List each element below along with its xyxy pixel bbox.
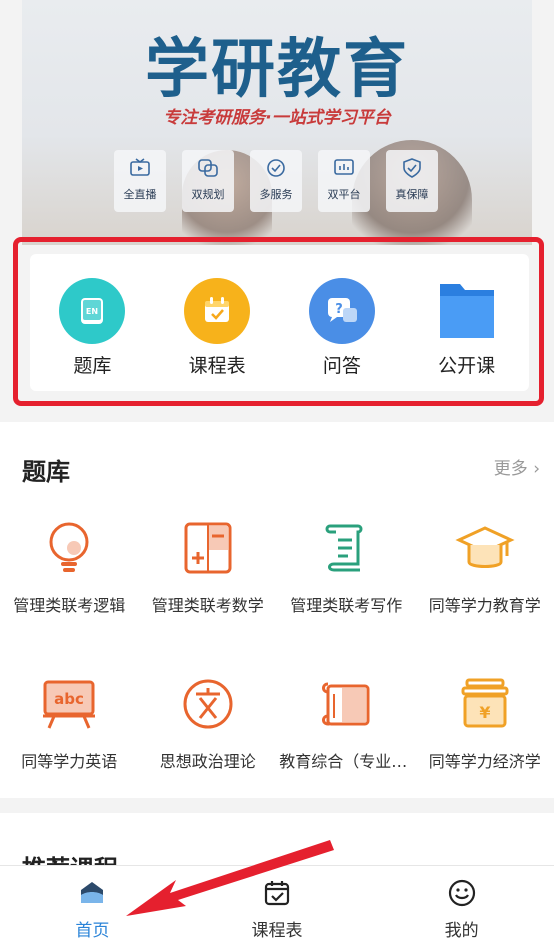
- bottom-tab-bar: 首页 课程表 我的: [0, 865, 554, 939]
- home-icon: [77, 878, 107, 912]
- graduation-cap-icon: [455, 518, 515, 578]
- politics-icon: [178, 674, 238, 734]
- feature-label: 双规划: [191, 188, 225, 201]
- banner-feature: 多服务: [250, 150, 302, 212]
- grid-item[interactable]: 同等学力教育学: [416, 518, 554, 674]
- recommended-section: 推荐课程: [0, 813, 554, 883]
- svg-text:¥: ¥: [479, 703, 490, 722]
- chart-screen-icon: [333, 158, 355, 178]
- feature-label: 全直播: [123, 188, 157, 201]
- grid-item[interactable]: ¥ 同等学力经济学: [416, 674, 554, 830]
- abc-board-icon: abc: [39, 674, 99, 734]
- grid-item[interactable]: abc 同等学力英语: [0, 674, 139, 830]
- section-title: 题库: [22, 458, 70, 486]
- banner-features: 全直播 双规划 多服务 双平台 真保障: [114, 150, 438, 212]
- lightbulb-icon: [39, 518, 99, 578]
- calculator-icon: [178, 518, 238, 578]
- banner-subtitle: 专注考研服务·一站式学习平台: [163, 108, 391, 128]
- yuan-box-icon: ¥: [455, 674, 515, 734]
- grid-item-label: 同等学力经济学: [428, 752, 541, 771]
- grid-item[interactable]: 管理类联考数学: [139, 518, 278, 674]
- calendar-check-icon: [262, 878, 292, 912]
- shield-check-icon: [401, 158, 423, 178]
- tab-label: 首页: [75, 921, 110, 939]
- book-icon: [316, 674, 376, 734]
- grid-item-label: 思想政治理论: [159, 752, 256, 771]
- banner-feature: 双规划: [182, 150, 234, 212]
- smile-icon: [447, 878, 477, 912]
- grid-item-label: 管理类联考写作: [290, 596, 403, 615]
- highlight-box: [13, 237, 544, 406]
- banner-feature: 双平台: [318, 150, 370, 212]
- grid-item[interactable]: 管理类联考写作: [277, 518, 416, 674]
- tab-schedule[interactable]: 课程表: [185, 866, 370, 939]
- tab-label: 我的: [444, 921, 479, 939]
- tab-profile[interactable]: 我的: [369, 866, 554, 939]
- tab-home[interactable]: 首页: [0, 866, 185, 939]
- check-circle-icon: [265, 158, 287, 178]
- more-link[interactable]: 更多 ›: [494, 454, 540, 479]
- grid-item[interactable]: 管理类联考逻辑: [0, 518, 139, 674]
- grid-item-label: 同等学力教育学: [428, 596, 541, 615]
- question-bank-section: 题库 更多 › 管理类联考逻辑 管理类联考数学 管理类联考写作 同等学力教育学 …: [0, 422, 554, 798]
- feature-label: 双平台: [327, 188, 361, 201]
- layers-icon: [197, 158, 219, 178]
- grid-item-label: 管理类联考逻辑: [13, 596, 126, 615]
- grid-item-label: 教育综合（专业课）: [279, 752, 414, 771]
- banner-feature: 全直播: [114, 150, 166, 212]
- svg-text:abc: abc: [54, 690, 84, 708]
- grid-item-label: 同等学力英语: [21, 752, 118, 771]
- scroll-icon: [316, 518, 376, 578]
- hero-banner[interactable]: 学研教育 专注考研服务·一站式学习平台 全直播 双规划 多服务 双平台 真保障: [22, 0, 532, 245]
- grid-item-label: 管理类联考数学: [151, 596, 264, 615]
- grid-item[interactable]: 教育综合（专业课）: [277, 674, 416, 830]
- tv-icon: [129, 158, 151, 178]
- tab-label: 课程表: [251, 921, 303, 939]
- feature-label: 真保障: [395, 188, 429, 201]
- banner-feature: 真保障: [386, 150, 438, 212]
- banner-title: 学研教育: [145, 33, 409, 107]
- question-bank-grid: 管理类联考逻辑 管理类联考数学 管理类联考写作 同等学力教育学 abc 同等学力…: [0, 518, 554, 830]
- grid-item[interactable]: 思想政治理论: [139, 674, 278, 830]
- feature-label: 多服务: [259, 188, 293, 201]
